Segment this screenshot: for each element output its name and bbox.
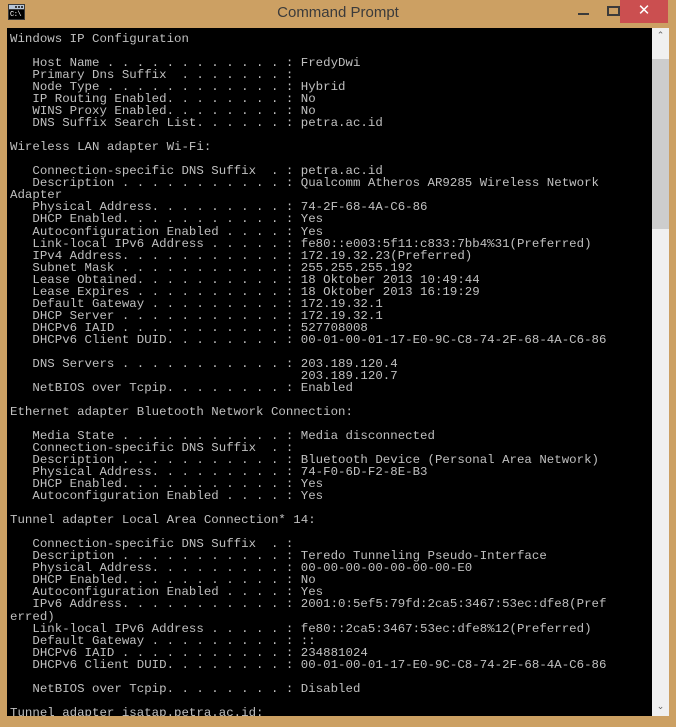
console-client-area: Windows IP Configuration Host Name . . .…	[7, 28, 669, 716]
minimize-icon	[578, 13, 589, 15]
close-icon: ✕	[637, 2, 651, 19]
scrollbar-thumb[interactable]	[652, 59, 669, 229]
vertical-scrollbar[interactable]: ⌃ ⌄	[652, 28, 669, 716]
maximize-icon	[607, 6, 620, 16]
title-bar[interactable]: C:\ Command Prompt ✕	[0, 0, 676, 28]
console-output[interactable]: Windows IP Configuration Host Name . . .…	[7, 28, 652, 716]
scroll-down-arrow-icon[interactable]: ⌄	[652, 699, 669, 716]
close-button[interactable]: ✕	[620, 0, 668, 23]
command-prompt-window: C:\ Command Prompt ✕ Windows IP Configur…	[0, 0, 676, 727]
scroll-up-arrow-icon[interactable]: ⌃	[652, 28, 669, 45]
